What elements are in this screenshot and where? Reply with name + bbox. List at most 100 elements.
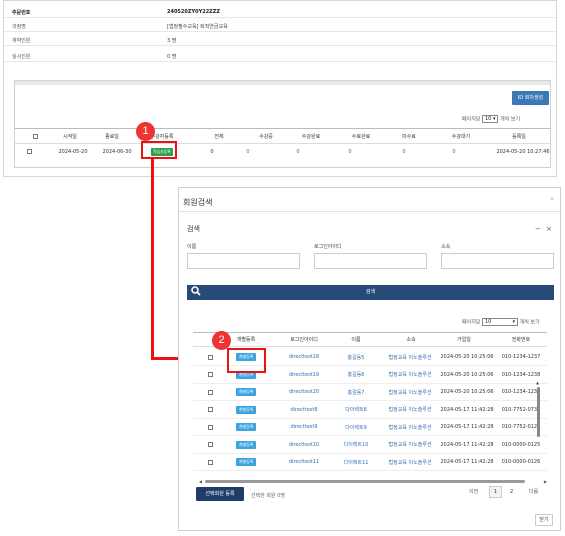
individual-register-button[interactable]: 개별등록: [223, 454, 269, 470]
info-value: 0 명: [167, 54, 177, 60]
info-row-order-no: 주문번호 240520ZY0Y22ZZZ: [4, 5, 556, 18]
info-row-actual-count: 실시인원 0 명: [4, 49, 556, 62]
page-size-value: 10: [485, 116, 492, 122]
step-1-marker: 1: [136, 122, 155, 141]
cell-waiting[interactable]: 0: [449, 145, 459, 158]
member-checkbox[interactable]: [205, 384, 215, 400]
individual-register-button[interactable]: 개별등록: [223, 419, 269, 435]
page-1-button[interactable]: 1: [489, 486, 502, 498]
name-input[interactable]: [187, 253, 300, 269]
member-row[interactable]: 개별등록 directtest20 홍길동7 법정교육 이노솔루션 2024-05-20…: [193, 384, 547, 401]
cell-certified[interactable]: 0: [345, 145, 355, 158]
cell-joined: 2024-05-20 10:25:06: [440, 389, 494, 395]
col-completed: 수강완료: [301, 133, 321, 140]
info-label: 주문번호: [12, 10, 31, 16]
page-size-value: 10: [485, 319, 492, 325]
name-label: 이름: [187, 244, 197, 250]
highlight-individual-register: [227, 348, 266, 373]
member-checkbox[interactable]: [205, 367, 215, 383]
member-checkbox[interactable]: [205, 454, 215, 470]
page-size-suffix: 개씩 보기: [519, 319, 540, 326]
page-2-link[interactable]: 2: [510, 489, 513, 495]
individual-register-button[interactable]: 개별등록: [223, 384, 269, 400]
info-value: 240520ZY0Y22ZZZ: [167, 9, 221, 15]
member-checkbox[interactable]: [205, 402, 215, 418]
prev-page-link[interactable]: 이전: [469, 488, 478, 495]
cell-not-certified[interactable]: 0: [399, 145, 409, 158]
col-name: 이름: [351, 337, 361, 343]
vertical-scrollbar[interactable]: ▲: [536, 380, 541, 478]
close-button[interactable]: 닫기: [535, 514, 553, 526]
member-row[interactable]: 개별등록 directtest9 다이렉트9 법정교육 이노솔루션 2024-05-17…: [193, 419, 547, 436]
member-row[interactable]: 개별등록 directtest11 다이렉트11 법정교육 이노솔루션 2024-05-…: [193, 454, 547, 471]
section-close-icon[interactable]: ×: [546, 225, 552, 233]
highlight-learner-register: [141, 141, 177, 159]
search-button[interactable]: 검색: [187, 285, 554, 300]
col-login-id: 로그인아이디: [290, 337, 318, 343]
list-page-size: 페이지당 10 ▾ 개씩 보기: [462, 115, 520, 123]
cell-login-id[interactable]: directtest8: [277, 402, 331, 418]
select-all-checkbox[interactable]: [29, 129, 41, 143]
cell-login-id[interactable]: directtest10: [277, 437, 331, 453]
modal-close-icon[interactable]: ×: [549, 195, 555, 203]
cell-org: 법정교육 이노솔루션: [388, 389, 432, 396]
cell-name[interactable]: 다이렉트8: [341, 402, 371, 418]
cell-name[interactable]: 홍길동6: [341, 367, 371, 383]
cell-login-id[interactable]: directtest9: [277, 419, 331, 435]
step-2-marker: 2: [212, 331, 231, 350]
info-row-course-name: 과정명 [법정필수교육] 퇴직연금교육: [4, 19, 556, 32]
member-row[interactable]: 개별등록 directtest8 다이렉트8 법정교육 이노솔루션 2024-05-17…: [193, 402, 547, 419]
col-joined: 가입일: [457, 337, 471, 343]
cell-name[interactable]: 홍길동5: [341, 349, 371, 365]
member-row[interactable]: 개별등록 directtest10 다이렉트10 법정교육 이노솔루션 2024-05-…: [193, 437, 547, 454]
search-section-title: 검색: [187, 225, 200, 233]
info-label: 계약인원: [12, 38, 31, 44]
cell-name[interactable]: 다이렉트9: [341, 419, 371, 435]
row-checkbox[interactable]: [23, 145, 35, 158]
register-selected-button[interactable]: 선택회원 등록: [196, 487, 244, 501]
member-checkbox[interactable]: [205, 437, 215, 453]
individual-register-tag: 개별등록: [235, 458, 257, 466]
next-page-link[interactable]: 다음: [529, 488, 538, 495]
member-checkbox[interactable]: [205, 349, 215, 365]
page-size-label: 페이지당: [462, 319, 481, 326]
course-detail-panel: 주문번호 240520ZY0Y22ZZZ 과정명 [법정필수교육] 퇴직연금교육…: [3, 0, 557, 177]
col-certified: 수료완료: [351, 133, 371, 140]
cell-org: 법정교육 이노솔루션: [388, 354, 432, 361]
cell-login-id[interactable]: directtest18: [277, 349, 331, 365]
cell-login-id[interactable]: directtest11: [277, 454, 331, 470]
org-input[interactable]: [441, 253, 554, 269]
info-row-contract-count: 계약인원 3 명: [4, 33, 556, 46]
selected-count: 선택한 회원 0명: [251, 493, 285, 499]
cell-name[interactable]: 홍길동7: [341, 384, 371, 400]
col-start: 시작일: [63, 133, 77, 140]
login-id-input[interactable]: [314, 253, 427, 269]
col-total: 전체: [214, 133, 224, 140]
cell-name[interactable]: 다이렉트11: [341, 454, 371, 470]
cell-name[interactable]: 다이렉트10: [341, 437, 371, 453]
individual-register-button[interactable]: 개별등록: [223, 402, 269, 418]
info-value: [법정필수교육] 퇴직연금교육: [167, 24, 228, 30]
col-phone: 전화번호: [511, 337, 531, 343]
modal-title: 회원검색: [183, 198, 213, 207]
cell-login-id[interactable]: directtest19: [277, 367, 331, 383]
cell-joined: 2024-05-17 11:42:28: [440, 424, 494, 430]
cell-login-id[interactable]: directtest20: [277, 384, 331, 400]
info-label: 과정명: [12, 24, 26, 30]
page-size-select[interactable]: 10 ▾: [482, 318, 518, 326]
session-table-row[interactable]: 2024-05-20 2024-06-30 학습자등록 0 0 0 0 0 0 …: [15, 145, 550, 158]
collapse-icon[interactable]: −: [535, 225, 541, 233]
page-size-select[interactable]: 10 ▾: [482, 115, 499, 123]
cell-completed[interactable]: 0: [293, 145, 303, 158]
vertical-scroll-thumb[interactable]: [537, 387, 540, 437]
horizontal-scroll-thumb[interactable]: [205, 480, 525, 483]
individual-register-button[interactable]: 개별등록: [223, 437, 269, 453]
modal-divider: [179, 211, 560, 212]
individual-register-tag: 개별등록: [235, 423, 257, 431]
member-search-modal: 회원검색 × 검색 − × 이름 로그인아이디 소속 검색 페이지당 10 ▾ 개…: [178, 187, 561, 531]
horizontal-scrollbar[interactable]: ◀ ▶: [199, 479, 547, 484]
member-checkbox[interactable]: [205, 419, 215, 435]
create-session-button[interactable]: ID 회차생성: [512, 91, 549, 105]
cell-end: 2024-06-30: [102, 148, 132, 155]
cell-in-progress[interactable]: 0: [243, 145, 253, 158]
